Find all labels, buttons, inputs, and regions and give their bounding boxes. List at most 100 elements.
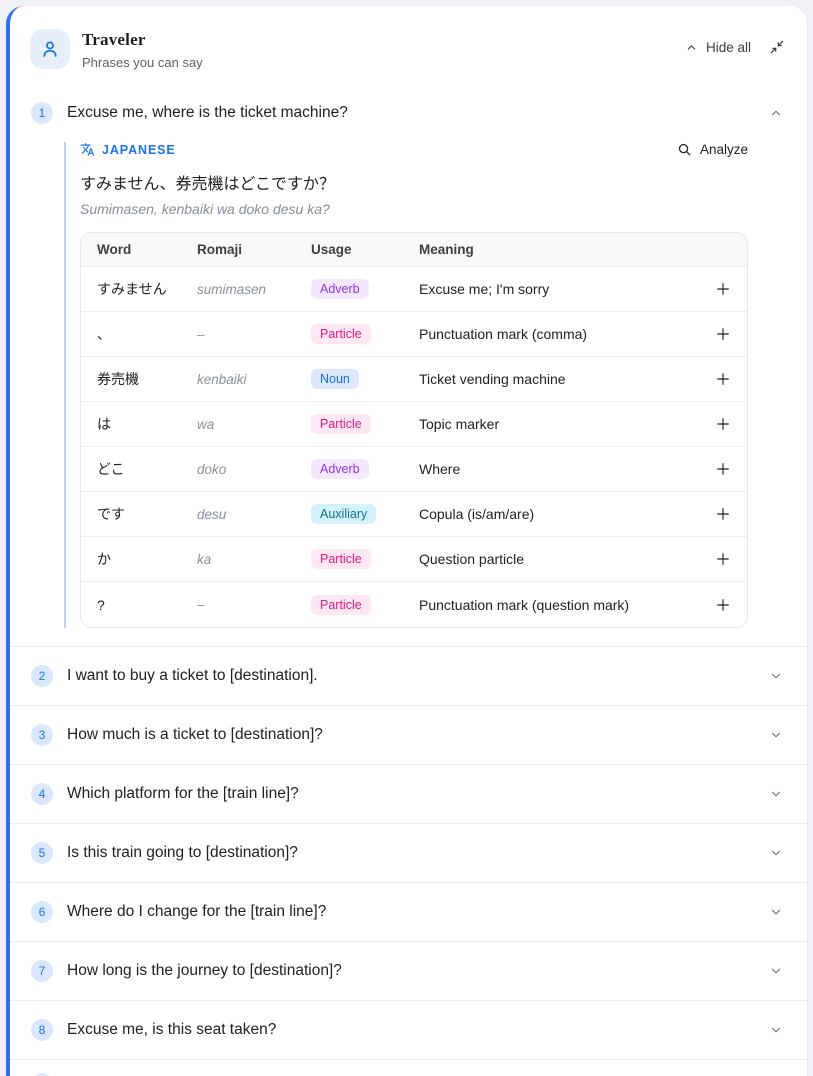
plus-icon: [715, 371, 731, 387]
meaning-cell: Copula (is/am/are): [419, 506, 703, 522]
chevron-down-icon: [769, 1023, 783, 1037]
phrase-question: Excuse me, where is the ticket machine?: [67, 104, 348, 122]
language-row: JAPANESE Analyze: [80, 142, 748, 157]
plus-icon: [715, 416, 731, 432]
romaji-cell: ka: [197, 552, 311, 567]
phrase-row-collapsed[interactable]: 3 How much is a ticket to [destination]?: [10, 706, 807, 764]
word-cell: は: [97, 414, 197, 434]
romaji-cell: kenbaiki: [197, 372, 311, 387]
romaji-cell: –: [197, 327, 311, 342]
col-header-romaji: Romaji: [197, 242, 311, 257]
add-word-button[interactable]: [715, 551, 731, 567]
romaji-cell: sumimasen: [197, 282, 311, 297]
word-cell: 券売機: [97, 369, 197, 389]
phrase-number: 6: [31, 901, 53, 923]
phrase-row-expanded[interactable]: 1 Excuse me, where is the ticket machine…: [10, 92, 807, 134]
table-row: すみません sumimasen Adverb Excuse me; I'm so…: [81, 267, 747, 312]
chevron-up-icon: [769, 106, 783, 120]
phrase-question: How much is a ticket to [destination]?: [67, 726, 323, 744]
romaji-cell: doko: [197, 462, 311, 477]
word-cell: どこ: [97, 459, 197, 479]
add-word-button[interactable]: [715, 461, 731, 477]
phrase-question: I want to buy a ticket to [destination].: [67, 667, 318, 685]
page-title: Traveler: [82, 30, 203, 50]
table-row: どこ doko Adverb Where: [81, 447, 747, 492]
plus-icon: [715, 281, 731, 297]
table-body: すみません sumimasen Adverb Excuse me; I'm so…: [81, 267, 747, 627]
expand-phrase-button[interactable]: [769, 669, 783, 683]
collapse-phrase-button[interactable]: [769, 106, 783, 120]
plus-icon: [715, 326, 731, 342]
add-word-button[interactable]: [715, 371, 731, 387]
usage-badge: Auxiliary: [311, 504, 376, 524]
plus-icon: [715, 597, 731, 613]
phrase-row-collapsed[interactable]: 7 How long is the journey to [destinatio…: [10, 942, 807, 1000]
word-cell: です: [97, 504, 197, 524]
romaji-sentence: Sumimasen, kenbaiki wa doko desu ka?: [80, 201, 748, 217]
phrase-row-partial[interactable]: [10, 1060, 807, 1076]
phrase-number: 8: [31, 1019, 53, 1041]
phrase-number: 1: [31, 102, 53, 124]
word-analysis-table: Word Romaji Usage Meaning すみません sumimase…: [80, 232, 748, 628]
phrase-number: 2: [31, 665, 53, 687]
phrase-row-collapsed[interactable]: 8 Excuse me, is this seat taken?: [10, 1001, 807, 1059]
phrase-question: Excuse me, is this seat taken?: [67, 1021, 276, 1039]
translate-icon: [80, 142, 95, 157]
collapse-panel-button[interactable]: [769, 39, 785, 55]
expand-phrase-button[interactable]: [769, 1023, 783, 1037]
table-row: 券売機 kenbaiki Noun Ticket vending machine: [81, 357, 747, 402]
table-row: ? – Particle Punctuation mark (question …: [81, 582, 747, 627]
usage-badge: Noun: [311, 369, 359, 389]
phrase-number: 7: [31, 960, 53, 982]
phrase-row-collapsed[interactable]: 6 Where do I change for the [train line]…: [10, 883, 807, 941]
expand-phrase-button[interactable]: [769, 846, 783, 860]
add-word-button[interactable]: [715, 597, 731, 613]
chevron-down-icon: [769, 787, 783, 801]
phrase-number: 4: [31, 783, 53, 805]
header-actions: Hide all: [685, 29, 785, 55]
word-cell: 、: [97, 324, 197, 344]
table-header-row: Word Romaji Usage Meaning: [81, 233, 747, 267]
expand-phrase-button[interactable]: [769, 905, 783, 919]
add-word-button[interactable]: [715, 506, 731, 522]
table-row: か ka Particle Question particle: [81, 537, 747, 582]
meaning-cell: Question particle: [419, 551, 703, 567]
person-icon: [39, 38, 61, 60]
avatar: [30, 29, 70, 69]
add-word-button[interactable]: [715, 326, 731, 342]
col-header-usage: Usage: [311, 242, 419, 257]
phrase-question: How long is the journey to [destination]…: [67, 962, 342, 980]
language-label-wrap: JAPANESE: [80, 142, 176, 157]
expand-phrase-button[interactable]: [769, 787, 783, 801]
romaji-cell: wa: [197, 417, 311, 432]
analyze-label: Analyze: [700, 142, 748, 157]
plus-icon: [715, 461, 731, 477]
search-icon: [677, 142, 692, 157]
collapse-icon: [769, 39, 785, 55]
meaning-cell: Punctuation mark (question mark): [419, 597, 703, 613]
hide-all-label: Hide all: [706, 40, 751, 55]
meaning-cell: Punctuation mark (comma): [419, 326, 703, 342]
col-header-word: Word: [97, 242, 197, 257]
card-header: Traveler Phrases you can say Hide all: [10, 6, 807, 70]
chevron-down-icon: [769, 964, 783, 978]
meaning-cell: Excuse me; I'm sorry: [419, 281, 703, 297]
usage-badge: Particle: [311, 549, 371, 569]
table-row: は wa Particle Topic marker: [81, 402, 747, 447]
phrase-row-collapsed[interactable]: 2 I want to buy a ticket to [destination…: [10, 647, 807, 705]
phrase-question: Is this train going to [destination]?: [67, 844, 298, 862]
chevron-down-icon: [769, 905, 783, 919]
add-word-button[interactable]: [715, 281, 731, 297]
phrase-row-collapsed[interactable]: 5 Is this train going to [destination]?: [10, 824, 807, 882]
phrase-row-collapsed[interactable]: 4 Which platform for the [train line]?: [10, 765, 807, 823]
phrase-question: Where do I change for the [train line]?: [67, 903, 326, 921]
word-cell: ?: [97, 597, 197, 613]
expand-phrase-button[interactable]: [769, 728, 783, 742]
japanese-sentence: すみません、券売機はどこですか？: [80, 170, 748, 194]
hide-all-button[interactable]: Hide all: [685, 40, 751, 55]
col-header-meaning: Meaning: [419, 242, 703, 257]
add-word-button[interactable]: [715, 416, 731, 432]
expand-phrase-button[interactable]: [769, 964, 783, 978]
analyze-button[interactable]: Analyze: [677, 142, 748, 157]
meaning-cell: Ticket vending machine: [419, 371, 703, 387]
